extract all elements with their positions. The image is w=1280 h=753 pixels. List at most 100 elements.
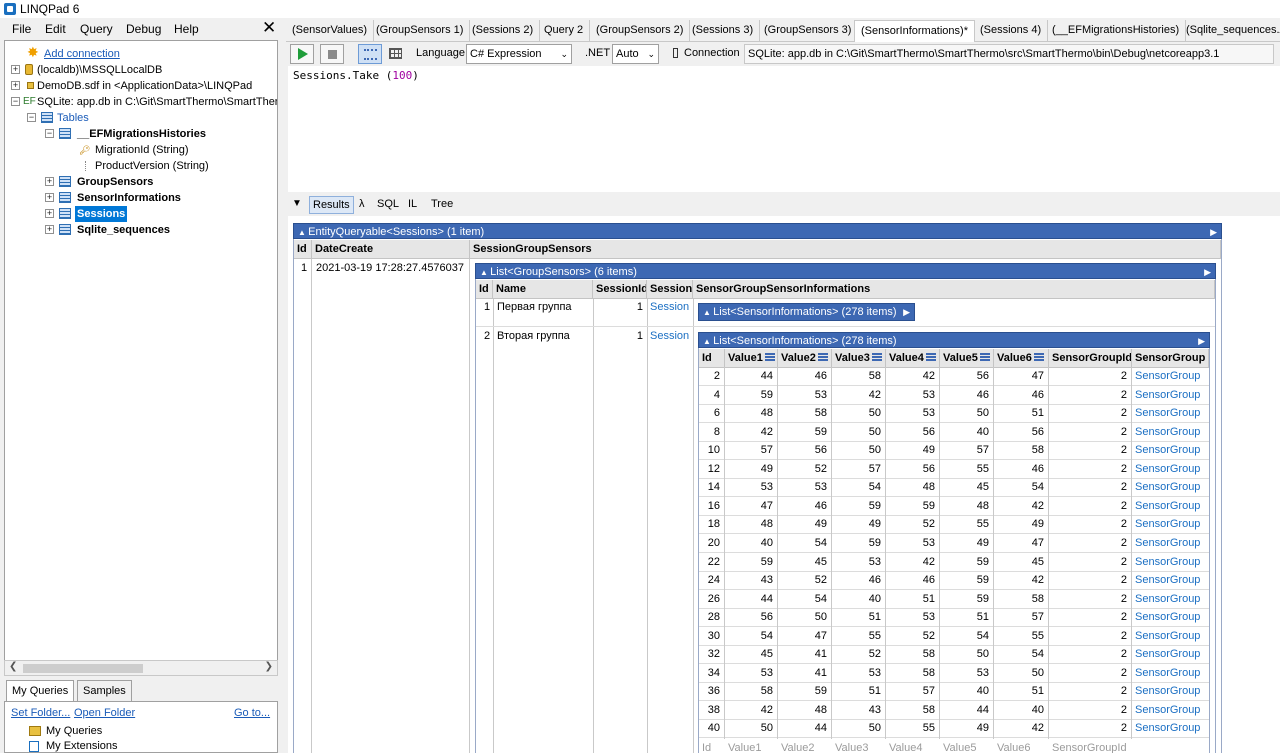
menu-debug[interactable]: Debug <box>126 22 161 36</box>
scroll-right-icon[interactable]: ❯ <box>265 661 273 672</box>
sensor-group-link[interactable]: SensorGroup <box>1132 664 1209 683</box>
sensor-group-link[interactable]: SensorGroup <box>1132 460 1209 479</box>
sensor-group-link[interactable]: SensorGroup <box>1132 682 1209 701</box>
expand-icon[interactable]: + <box>45 209 54 218</box>
query-tab[interactable]: (GroupSensors 2) <box>590 20 691 42</box>
sensor-value-cell: 48 <box>976 499 989 512</box>
collapse-icon[interactable]: − <box>11 97 20 106</box>
sensor-group-link[interactable]: SensorGroup <box>1132 386 1209 405</box>
tab-results[interactable]: Results <box>309 196 354 214</box>
sessions-table-header[interactable]: ▲ EntityQueryable<Sessions> (1 item) ▶ <box>293 223 1222 239</box>
query-tab[interactable]: (GroupSensors 1) <box>370 20 471 42</box>
query-tab[interactable]: (Sessions 4) <box>974 20 1049 42</box>
query-tab-active[interactable]: (SensorInformations)* <box>854 20 975 42</box>
sensor-group-link[interactable]: SensorGroup <box>1132 701 1209 720</box>
sensor-group-link[interactable]: SensorGroup <box>1132 627 1209 646</box>
menu-query[interactable]: Query <box>80 22 113 36</box>
tree-table-label: Sessions <box>75 206 128 222</box>
column-sum-icon[interactable] <box>979 353 990 361</box>
tab-lambda[interactable]: λ <box>356 196 368 214</box>
expand-icon[interactable]: + <box>11 65 20 74</box>
sensorinfo-list-collapsed[interactable]: ▲ List<SensorInformations> (278 items) ▶ <box>698 303 915 321</box>
collapse-results-icon[interactable]: ▼ <box>292 198 302 209</box>
tree-connection-sqlite[interactable]: − EF SQLite: app.db in C:\Git\SmartTherm… <box>11 94 277 110</box>
collapse-icon[interactable]: − <box>45 129 54 138</box>
groupsensors-table-header[interactable]: ▲ List<GroupSensors> (6 items) ▶ <box>475 263 1216 279</box>
tab-samples[interactable]: Samples <box>77 680 132 702</box>
sensor-group-link[interactable]: SensorGroup <box>1132 719 1209 738</box>
column-sum-icon[interactable] <box>925 353 936 361</box>
menu-file[interactable]: File <box>12 22 31 36</box>
query-tab[interactable]: (Sessions 3) <box>686 20 761 42</box>
open-folder-link[interactable]: Open Folder <box>74 707 135 719</box>
tab-my-queries[interactable]: My Queries <box>6 680 75 702</box>
sensor-value-cell: 48 <box>922 481 935 494</box>
sensor-group-link[interactable]: SensorGroup <box>1132 441 1209 460</box>
rich-text-results-button[interactable] <box>358 44 382 64</box>
tab-tree[interactable]: Tree <box>428 196 456 214</box>
sensor-group-link[interactable]: SensorGroup <box>1132 497 1209 516</box>
query-tab[interactable]: (SensorValues) <box>286 20 374 42</box>
tab-sql[interactable]: SQL <box>374 196 402 214</box>
expand-icon[interactable]: + <box>45 177 54 186</box>
sensor-group-link[interactable]: SensorGroup <box>1132 590 1209 609</box>
sensor-id-cell: 14 <box>707 481 720 494</box>
menu-edit[interactable]: Edit <box>45 22 66 36</box>
connection-select[interactable]: SQLite: app.db in C:\Git\SmartThermo\Sma… <box>744 44 1274 64</box>
column-sum-icon[interactable] <box>871 353 882 361</box>
query-tab[interactable]: Query 2 <box>538 20 591 42</box>
sensor-group-link[interactable]: SensorGroup <box>1132 534 1209 553</box>
my-queries-folder[interactable]: My Queries <box>46 725 102 737</box>
collapse-icon[interactable]: − <box>27 113 36 122</box>
sensor-group-link[interactable]: SensorGroup <box>1132 571 1209 590</box>
tree-connection-demodb[interactable]: + DemoDB.sdf in <ApplicationData>\LINQPa… <box>11 78 277 94</box>
scroll-left-icon[interactable]: ❮ <box>9 661 17 672</box>
column-sum-icon[interactable] <box>817 353 828 361</box>
sensor-group-link[interactable]: SensorGroup <box>1132 645 1209 664</box>
grid-results-button[interactable] <box>384 44 408 64</box>
query-tab[interactable]: (GroupSensors 3) <box>758 20 859 42</box>
menu-help[interactable]: Help <box>174 22 199 36</box>
my-extensions-item[interactable]: My Extensions <box>46 740 118 752</box>
expand-right-icon[interactable]: ▶ <box>1210 224 1217 238</box>
query-code[interactable]: Sessions.Take (100) <box>293 69 419 82</box>
expand-right-icon[interactable]: ▶ <box>1198 333 1205 347</box>
group-session-link[interactable]: Session <box>647 327 692 346</box>
query-tab[interactable]: (Sqlite_sequences.A <box>1180 20 1280 42</box>
expand-icon[interactable]: + <box>45 225 54 234</box>
sensor-group-link[interactable]: SensorGroup <box>1132 478 1209 497</box>
query-editor[interactable]: Sessions.Take (100) <box>288 66 1280 192</box>
sensor-group-link[interactable]: SensorGroup <box>1132 553 1209 572</box>
expand-right-icon[interactable]: ▶ <box>1204 264 1211 278</box>
language-select[interactable]: C# Expression ⌄ <box>466 44 572 64</box>
query-tab[interactable]: (Sessions 2) <box>466 20 541 42</box>
query-tab[interactable]: (__EFMigrationsHistories) <box>1046 20 1187 42</box>
sensor-group-link[interactable]: SensorGroup <box>1132 423 1209 442</box>
tab-il[interactable]: IL <box>405 196 420 214</box>
sensor-group-link[interactable]: SensorGroup <box>1132 608 1209 627</box>
group-session-link[interactable]: Session <box>647 298 692 317</box>
add-connection-link[interactable]: Add connection <box>44 46 120 62</box>
set-folder-link[interactable]: Set Folder... <box>11 707 70 719</box>
expand-icon[interactable]: + <box>11 81 20 90</box>
sensor-group-link[interactable]: SensorGroup <box>1132 367 1209 386</box>
tree-connection-localdb[interactable]: + (localdb)\MSSQLLocalDB <box>11 62 277 78</box>
column-sum-icon[interactable] <box>1033 353 1044 361</box>
scroll-thumb[interactable] <box>23 664 143 673</box>
net-select[interactable]: Auto ⌄ <box>612 44 659 64</box>
close-panel-icon[interactable]: ✕ <box>262 18 276 38</box>
goto-link[interactable]: Go to... <box>234 707 270 719</box>
net-value: Auto <box>616 48 639 60</box>
sensor-group-link[interactable]: SensorGroup <box>1132 404 1209 423</box>
sensorinfo-header-text: List<SensorInformations> (278 items) <box>713 306 897 318</box>
tree-horizontal-scrollbar[interactable]: ❮ ❯ <box>4 660 278 676</box>
stop-button[interactable] <box>320 44 344 64</box>
run-button[interactable] <box>290 44 314 64</box>
sensor-value-cell: 56 <box>922 462 935 475</box>
expand-right-icon[interactable]: ▶ <box>903 304 910 320</box>
col-divider <box>1131 367 1132 739</box>
sensor-group-link[interactable]: SensorGroup <box>1132 515 1209 534</box>
sensorinfo-table-header[interactable]: ▲ List<SensorInformations> (278 items) ▶ <box>698 332 1210 348</box>
column-sum-icon[interactable] <box>764 353 775 361</box>
expand-icon[interactable]: + <box>45 193 54 202</box>
